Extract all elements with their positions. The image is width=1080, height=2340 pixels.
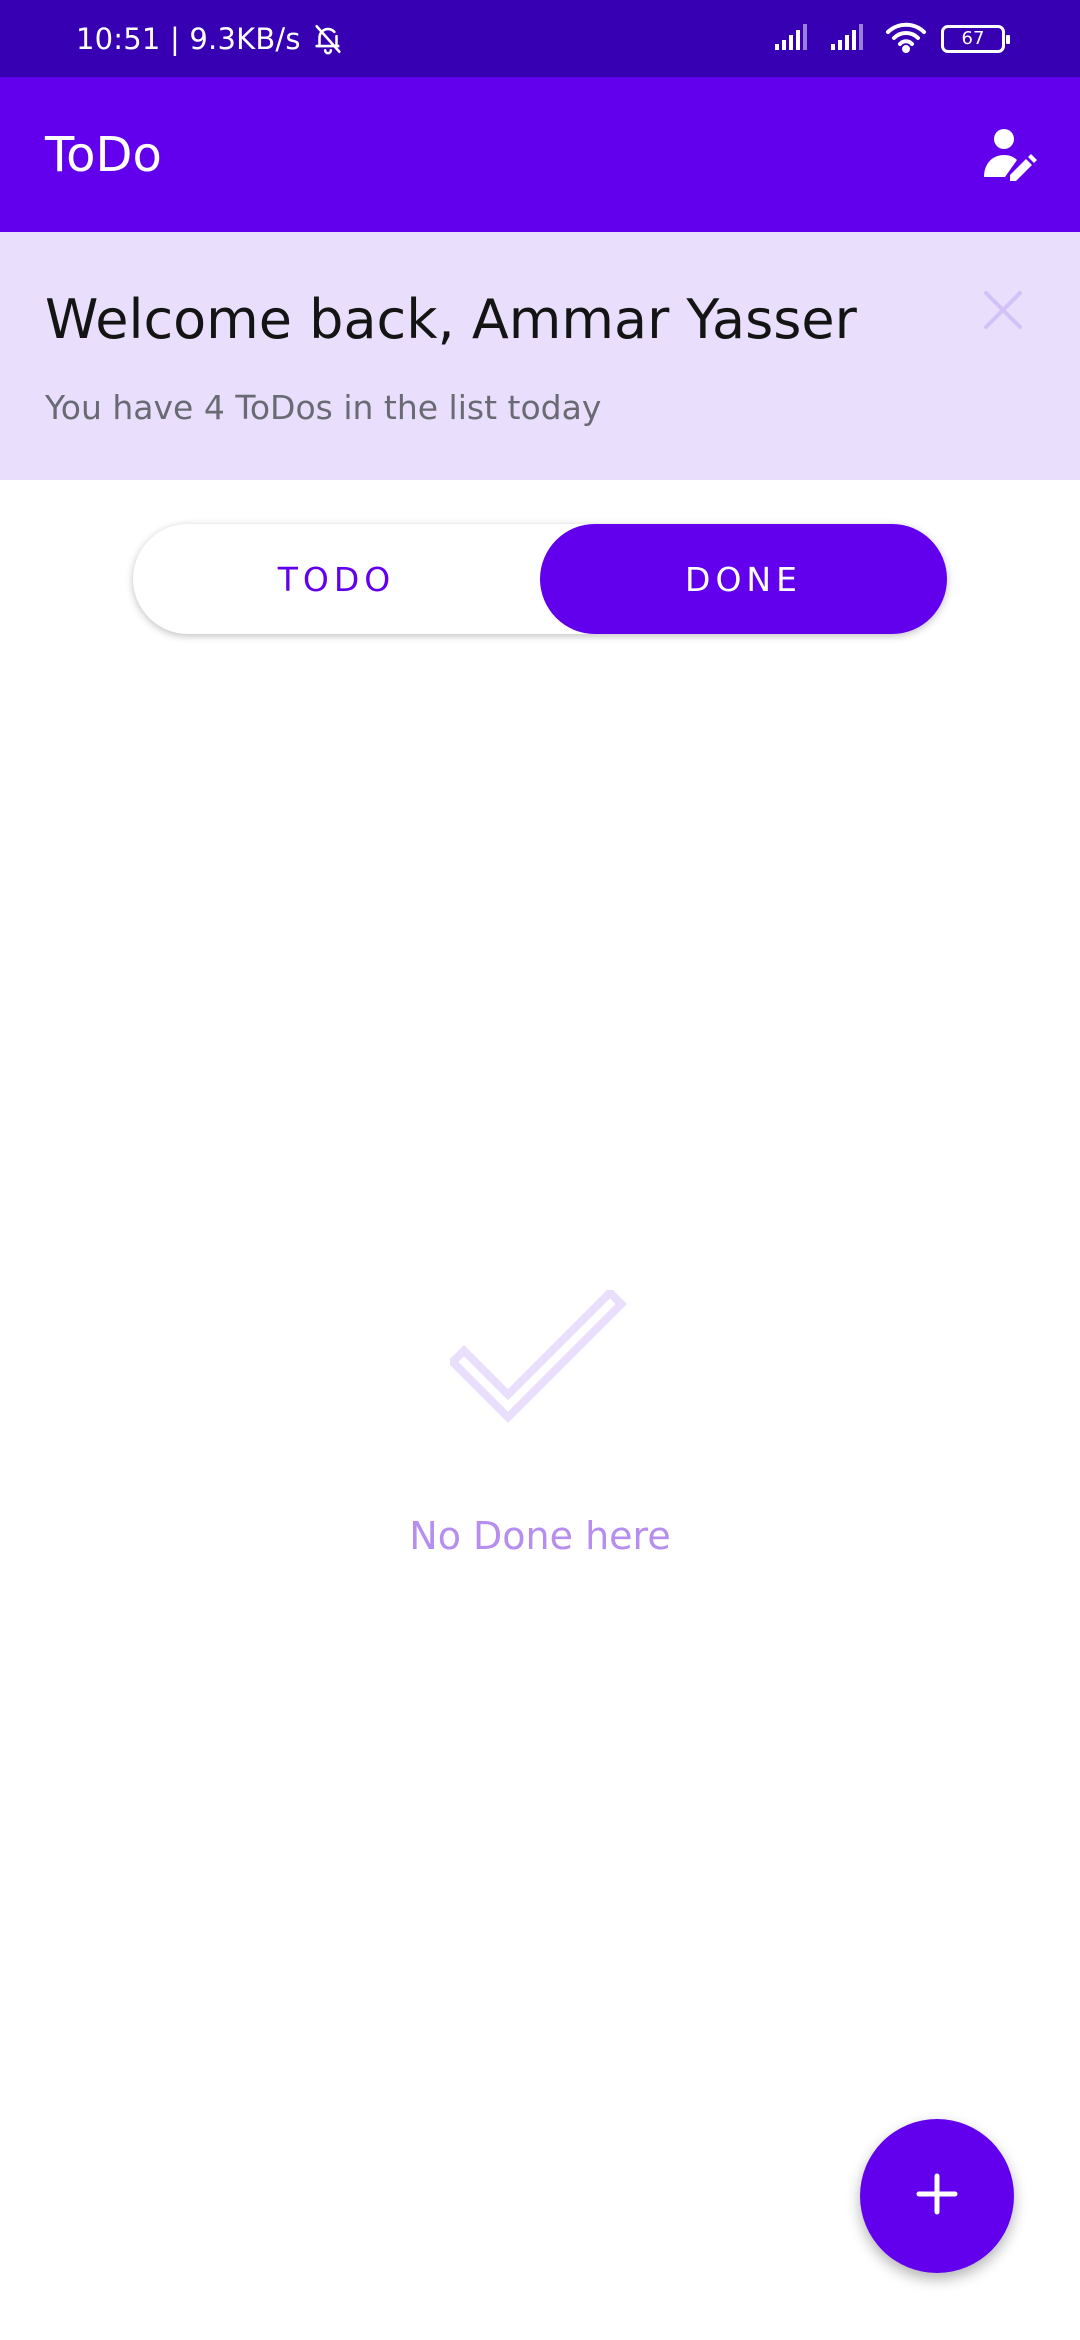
edit-profile-icon[interactable]	[978, 123, 1042, 187]
todo-count-text: You have 4 ToDos in the list today	[45, 388, 602, 427]
tab-todo[interactable]: TODO	[133, 524, 540, 634]
plus-icon	[913, 2170, 961, 2222]
empty-state: No Done here	[0, 1287, 1080, 1558]
welcome-banner	[0, 232, 1080, 480]
signal-icon	[829, 22, 871, 56]
status-bar: 10:51 | 9.3KB/s 67	[0, 0, 1080, 77]
battery-icon: 67	[941, 24, 1010, 53]
tab-toggle: TODO DONE	[133, 524, 947, 634]
bell-off-icon	[311, 22, 345, 56]
close-icon[interactable]	[978, 285, 1028, 335]
welcome-text: Welcome back, Ammar Yasser	[45, 288, 857, 351]
wifi-icon	[885, 21, 927, 57]
status-right: 67	[773, 21, 1010, 57]
app-bar: ToDo	[0, 77, 1080, 232]
add-todo-button[interactable]	[860, 2119, 1014, 2273]
app-title: ToDo	[45, 126, 162, 183]
status-time-speed: 10:51 | 9.3KB/s	[76, 21, 301, 56]
empty-message: No Done here	[409, 1514, 671, 1558]
battery-level: 67	[961, 28, 985, 49]
signal-icon	[773, 22, 815, 56]
checkmark-icon	[447, 1287, 630, 1450]
status-left: 10:51 | 9.3KB/s	[76, 22, 345, 56]
tab-done[interactable]: DONE	[540, 524, 947, 634]
